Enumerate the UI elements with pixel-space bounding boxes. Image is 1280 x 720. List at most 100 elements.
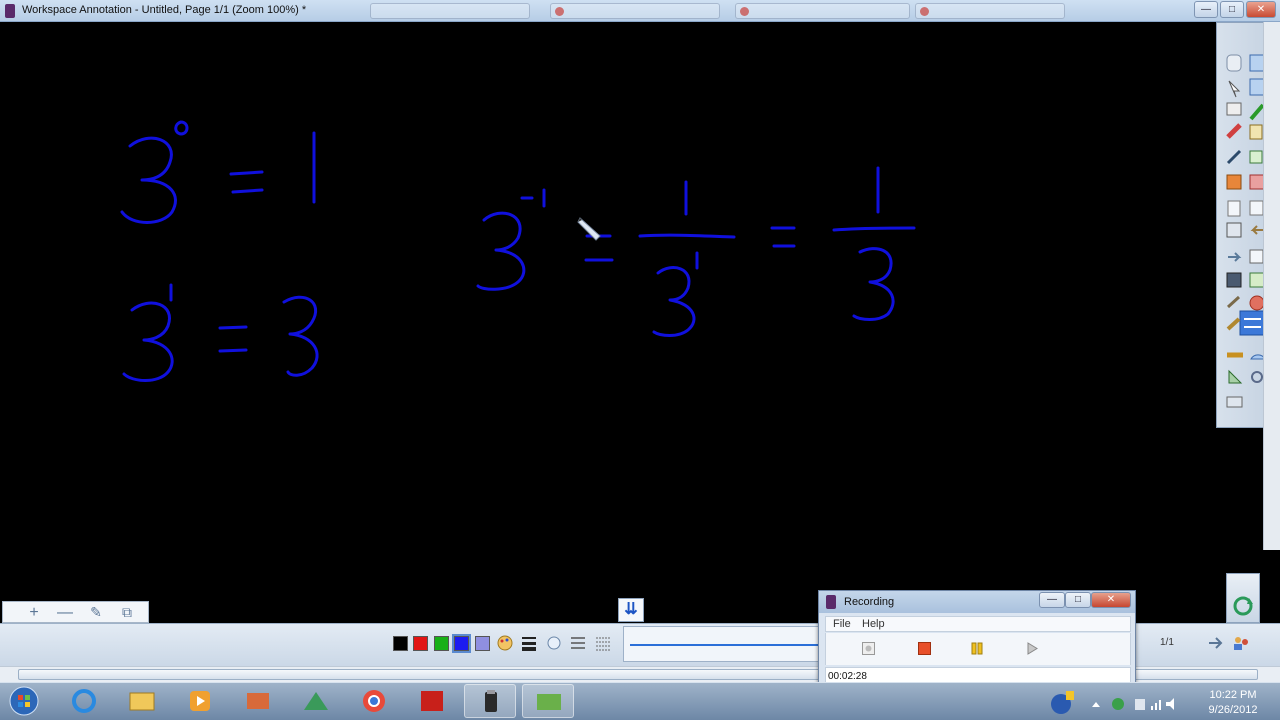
arrow-tool-icon [1228, 80, 1241, 98]
page-tool-icon [1227, 200, 1241, 217]
annotation-canvas[interactable] [0, 22, 1215, 622]
pen-tool-icon [1249, 78, 1265, 96]
background-tab [915, 3, 1065, 19]
users-icon[interactable] [1231, 634, 1251, 652]
recording-title: Recording [844, 596, 895, 608]
hp-icon [304, 692, 328, 710]
highlighter-tool-icon [1249, 103, 1265, 121]
recording-dialog: Recording — □ ✕ File Help 00:02:28 [818, 590, 1136, 686]
recording-minimize-button[interactable]: — [1039, 592, 1065, 608]
magnifier-tool-icon [1251, 371, 1263, 383]
taskbar-clock-date[interactable]: 9/26/2012 [1203, 704, 1263, 716]
taskbar-media-player[interactable] [174, 684, 226, 718]
redo-tool-icon [1228, 252, 1242, 262]
ink-stroke [832, 226, 916, 232]
taskbar-presentation[interactable] [232, 684, 284, 718]
paste-tool-icon [1226, 222, 1242, 238]
wrench-tool-icon [1226, 295, 1241, 309]
folder-icon [129, 692, 155, 711]
background-tab [550, 3, 720, 19]
next-page-icon[interactable] [1207, 634, 1227, 652]
window-title-bar[interactable]: Workspace Annotation - Untitled, Page 1/… [0, 0, 1280, 22]
highlighter-icon[interactable] [545, 634, 563, 652]
stop-icon[interactable] [918, 642, 931, 655]
chart-tool-icon [1249, 272, 1265, 288]
add-page-button[interactable]: + [23, 604, 45, 621]
presentation-icon [247, 693, 269, 709]
image-tool-icon [1249, 174, 1265, 190]
ink-stroke [218, 348, 248, 353]
edit-page-button[interactable]: ✎ [85, 604, 107, 621]
app-icon [5, 4, 15, 18]
marker-tool-icon [1226, 123, 1242, 139]
keyboard-tool-icon [1226, 396, 1243, 408]
taskbar-internet-explorer[interactable] [58, 684, 110, 718]
taskbar-clock-time[interactable]: 10:22 PM [1203, 689, 1263, 701]
color-swatch-blue[interactable] [452, 634, 471, 653]
chrome-icon [363, 690, 385, 712]
media-player-icon [190, 691, 210, 711]
window-maximize-button[interactable]: □ [1220, 1, 1244, 18]
set-square-tool-icon [1228, 369, 1243, 384]
taskbar-hp[interactable] [290, 684, 342, 718]
undo-tool-icon [1250, 225, 1263, 235]
save-tool-icon [1226, 272, 1242, 288]
system-tray-icons[interactable] [1090, 696, 1175, 712]
background-tab [735, 3, 910, 19]
palette-icon[interactable] [496, 634, 514, 652]
recording-maximize-button[interactable]: □ [1065, 592, 1091, 608]
window-minimize-button[interactable]: — [1194, 1, 1218, 18]
menu-file[interactable]: File [833, 618, 851, 630]
vertical-scrollbar[interactable] [1263, 22, 1280, 550]
menu-help[interactable]: Help [862, 618, 885, 630]
taskbar-workspace[interactable] [464, 684, 516, 718]
copy-page-button[interactable]: ⧉ [116, 604, 138, 621]
taskbar-file-explorer[interactable] [116, 684, 168, 718]
record-icon[interactable] [862, 642, 875, 655]
copy-tool-icon [1249, 200, 1264, 216]
pause-icon[interactable] [971, 642, 984, 655]
playback-track[interactable] [623, 626, 823, 662]
ink-stroke [120, 136, 177, 224]
play-icon[interactable] [1026, 642, 1039, 655]
recording-controls [825, 633, 1131, 665]
page-count: 1/1 [1160, 637, 1174, 648]
window-title: Workspace Annotation - Untitled, Page 1/… [22, 4, 307, 16]
line-width-icon[interactable] [520, 634, 538, 652]
ink-stroke [174, 120, 189, 136]
taskbar-chrome[interactable] [348, 684, 400, 718]
recording-title-bar[interactable]: Recording — □ ✕ [819, 591, 1135, 613]
handwritten-ink [120, 120, 916, 382]
ink-stroke [231, 188, 264, 194]
delete-tool-icon [1249, 295, 1265, 311]
ink-stroke [652, 266, 696, 337]
ink-stroke [218, 325, 248, 330]
remove-page-button[interactable]: — [54, 604, 76, 621]
table-tool-icon [1249, 249, 1264, 264]
workspace-icon [485, 690, 497, 712]
taskbar-acrobat[interactable] [406, 684, 458, 718]
window-close-button[interactable]: ✕ [1246, 1, 1276, 18]
help-tray-icon[interactable] [1048, 690, 1078, 716]
line-tool-icon [1226, 149, 1242, 165]
ink-stroke [122, 301, 174, 382]
line-spacing-icon[interactable] [569, 634, 587, 652]
recording-close-button[interactable]: ✕ [1091, 592, 1131, 608]
stamp-tool-icon [1226, 174, 1242, 190]
grid-icon[interactable] [594, 634, 612, 652]
color-swatch-green[interactable] [434, 636, 449, 651]
color-swatch-lavender[interactable] [475, 636, 490, 651]
shape-tool-icon [1249, 150, 1263, 164]
refresh-button[interactable] [1226, 573, 1260, 623]
acrobat-icon [421, 691, 443, 711]
color-swatch-red[interactable] [413, 636, 428, 651]
color-swatch-black[interactable] [393, 636, 408, 651]
internet-explorer-icon [72, 689, 96, 713]
taskbar-recorder[interactable] [522, 684, 574, 718]
start-button-icon[interactable] [4, 684, 44, 718]
ink-stroke [638, 233, 736, 239]
recording-menu-bar: File Help [825, 616, 1131, 632]
collapse-toolbar-button[interactable]: ⇊ [618, 598, 644, 622]
screen: Workspace Annotation - Untitled, Page 1/… [0, 0, 1280, 720]
ink-stroke [229, 170, 264, 176]
